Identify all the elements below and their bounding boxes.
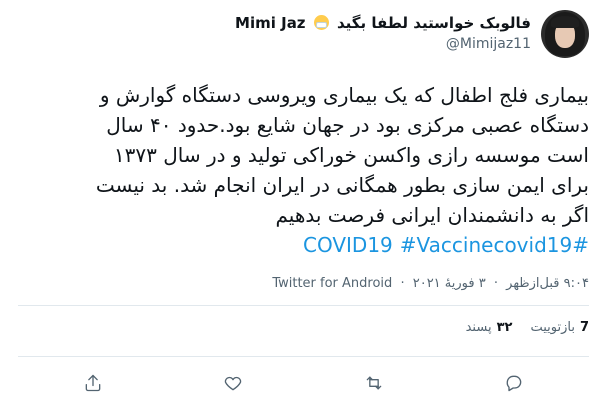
hashtag-link[interactable]: #Vaccinecovid19 bbox=[400, 233, 572, 257]
divider bbox=[18, 305, 589, 306]
tweet-card: فالوبک خواستید لطفا بگید Mimi Jaz @Mimij… bbox=[0, 0, 607, 413]
avatar[interactable] bbox=[541, 10, 589, 58]
mask-emoji-icon bbox=[313, 15, 329, 30]
tweet-stats: 7 بازتوییت ۳۲ پسند bbox=[466, 320, 589, 335]
action-bar bbox=[60, 370, 547, 396]
tweet-time[interactable]: ۹:۰۴ قبل‌ازظهر bbox=[506, 276, 589, 291]
author-name: Mimi Jaz bbox=[235, 14, 306, 32]
tweet-meta: ۹:۰۴ قبل‌ازظهر · ۳ فوریهٔ ۲۰۲۱ · Twitter… bbox=[272, 276, 589, 291]
retweets-count: 7 bbox=[579, 320, 589, 335]
tweet-date[interactable]: ۳ فوریهٔ ۲۰۲۱ bbox=[413, 276, 486, 291]
tweet-header: فالوبک خواستید لطفا بگید Mimi Jaz @Mimij… bbox=[235, 10, 589, 58]
share-icon[interactable] bbox=[80, 370, 106, 396]
divider bbox=[18, 356, 589, 357]
tweet-line: است موسسه رازی واکسن خوراکی تولید و در س… bbox=[113, 143, 589, 167]
tweet-line: برای ایمن سازی بطور همگانی در ایران انجا… bbox=[95, 173, 589, 197]
tweet-text: بیماری فلج اطفال که یک بیماری ویروسی دست… bbox=[14, 80, 589, 260]
retweets-stat[interactable]: 7 بازتوییت bbox=[530, 320, 589, 335]
likes-stat[interactable]: ۳۲ پسند bbox=[466, 320, 513, 335]
retweets-label: بازتوییت bbox=[530, 320, 575, 335]
display-name[interactable]: فالوبک خواستید لطفا بگید Mimi Jaz bbox=[235, 14, 531, 32]
meta-separator: · bbox=[400, 276, 405, 291]
author-names: فالوبک خواستید لطفا بگید Mimi Jaz @Mimij… bbox=[235, 10, 531, 52]
meta-separator: · bbox=[493, 276, 498, 291]
heart-icon[interactable] bbox=[220, 370, 246, 396]
tweet-line: اگر به دانشمندان ایرانی فرصت بدهیم bbox=[275, 203, 589, 227]
reply-icon[interactable] bbox=[501, 370, 527, 396]
retweet-icon[interactable] bbox=[361, 370, 387, 396]
hashtags: #COVID19#Vaccinecovid19 bbox=[14, 230, 589, 260]
tweet-source[interactable]: Twitter for Android bbox=[272, 276, 392, 291]
tweet-line: دستگاه عصبی مرکزی بود در جهان شایع بود.ح… bbox=[106, 113, 589, 137]
author-handle[interactable]: @Mimijaz11 bbox=[446, 36, 531, 52]
likes-label: پسند bbox=[465, 320, 492, 335]
tweet-line: بیماری فلج اطفال که یک بیماری ویروسی دست… bbox=[99, 83, 589, 107]
name-suffix: فالوبک خواستید لطفا بگید bbox=[337, 14, 531, 32]
likes-count: ۳۲ bbox=[496, 320, 513, 335]
